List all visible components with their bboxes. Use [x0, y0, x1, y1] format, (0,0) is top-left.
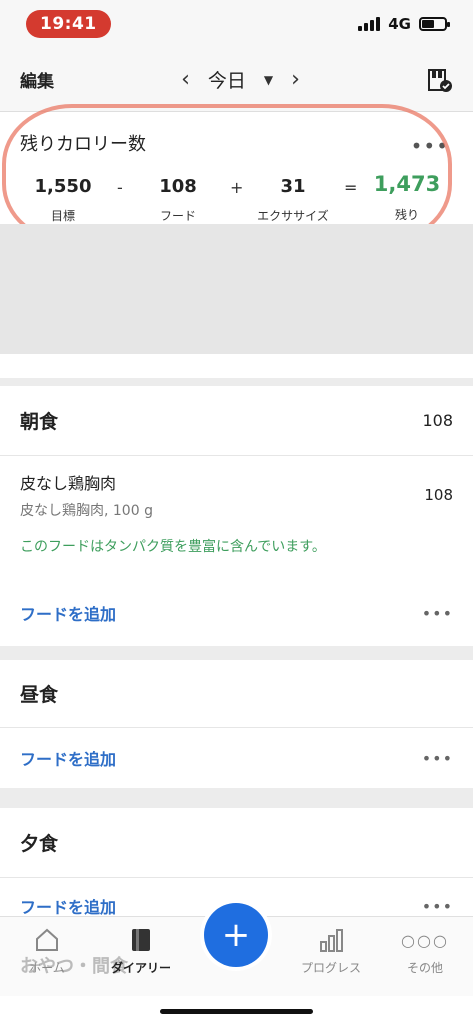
more-icon[interactable]: •••: [422, 897, 453, 916]
food-entry[interactable]: 皮なし鶏胸肉 皮なし鶏胸肉, 100 g 108 このフードはタンパク質を豊富に…: [0, 456, 473, 580]
tab-diary[interactable]: ダイアリー: [96, 925, 186, 976]
food-note: このフードはタンパク質を豊富に含んでいます。: [20, 539, 326, 555]
next-day-icon[interactable]: ›: [291, 67, 300, 92]
date-navigator: ‹ 今日 ▼ ›: [181, 66, 300, 93]
food-detail: 皮なし鶏胸肉, 100 g: [20, 503, 153, 519]
food-calories: 108: [424, 486, 453, 504]
progress-chart-icon: [286, 925, 376, 955]
food-name: 皮なし鶏胸肉: [20, 474, 117, 493]
exercise-value: 31: [280, 176, 306, 197]
lunch-add-row: フードを追加 •••: [0, 728, 473, 788]
add-fab-button[interactable]: +: [204, 903, 268, 967]
tab-home[interactable]: ホーム: [2, 925, 92, 976]
breakfast-title: 朝食: [20, 411, 59, 433]
minus-sign: -: [117, 178, 123, 197]
tab-home-label: ホーム: [29, 961, 65, 975]
network-label: 4G: [388, 15, 411, 33]
remaining-item: 1,473 残り: [372, 172, 442, 223]
remaining-value: 1,473: [373, 172, 441, 196]
exercise-item: 31 エクササイズ: [250, 176, 336, 224]
tab-progress-label: プログレス: [300, 961, 361, 975]
home-icon: [2, 925, 92, 955]
calendar-check-icon[interactable]: [427, 67, 453, 93]
edit-button[interactable]: 編集: [20, 67, 54, 92]
home-indicator[interactable]: [160, 1009, 313, 1014]
add-food-button[interactable]: フードを追加: [20, 601, 116, 625]
goal-label: 目標: [50, 209, 75, 223]
food-item: 108 フード: [148, 176, 208, 224]
top-nav: 編集 ‹ 今日 ▼ ›: [0, 48, 473, 112]
food-value: 108: [159, 176, 197, 197]
breakfast-add-row: フードを追加 •••: [0, 580, 473, 646]
equals-sign: =: [344, 178, 358, 197]
plus-sign: +: [230, 178, 244, 197]
more-icon[interactable]: •••: [422, 604, 453, 623]
diary-icon: [96, 925, 186, 955]
lunch-title: 昼食: [20, 684, 59, 706]
status-right: 4G: [358, 15, 450, 33]
card-more-icon[interactable]: •••: [411, 134, 449, 158]
date-dropdown-icon[interactable]: ▼: [264, 73, 273, 87]
dinner-title: 夕食: [20, 833, 59, 855]
battery-icon: [419, 17, 450, 31]
tab-progress[interactable]: プログレス: [286, 925, 376, 976]
goal-item: 1,550 目標: [28, 176, 98, 224]
prev-day-icon[interactable]: ‹: [181, 67, 190, 92]
tab-more-label: その他: [406, 961, 443, 975]
tab-diary-label: ダイアリー: [110, 961, 171, 975]
add-food-button[interactable]: フードを追加: [20, 894, 116, 918]
signal-icon: [358, 17, 381, 31]
remaining-calories-card[interactable]: 残りカロリー数 ••• 1,550 目標 - 108 フード + 31 エクササ…: [0, 112, 473, 224]
lunch-header[interactable]: 昼食: [0, 660, 473, 728]
status-bar: 19:41 4G: [0, 0, 473, 48]
tab-more[interactable]: ○○○ その他: [380, 925, 470, 976]
remaining-calories-title: 残りカロリー数: [20, 134, 146, 155]
remaining-label: 残り: [394, 208, 419, 222]
food-label: フード: [159, 209, 196, 223]
breakfast-section: 朝食 108 皮なし鶏胸肉 皮なし鶏胸肉, 100 g 108 このフードはタン…: [0, 386, 473, 646]
breakfast-header[interactable]: 朝食 108: [0, 386, 473, 456]
goal-value: 1,550: [34, 176, 92, 197]
more-icon[interactable]: •••: [422, 749, 453, 768]
date-label[interactable]: 今日: [208, 66, 246, 93]
bottom-tab-bar: おやつ・間食 ホーム ダイアリー + プログレス ○○○ その他: [0, 903, 473, 996]
breakfast-calories: 108: [422, 411, 453, 430]
add-food-button[interactable]: フードを追加: [20, 746, 116, 770]
status-time: 19:41: [26, 10, 111, 38]
lunch-section: 昼食 フードを追加 •••: [0, 660, 473, 788]
more-dots-icon: ○○○: [401, 930, 449, 950]
dinner-header[interactable]: 夕食: [0, 808, 473, 878]
spacer: [0, 354, 473, 378]
ad-placeholder: [0, 224, 473, 354]
exercise-label: エクササイズ: [257, 209, 329, 223]
